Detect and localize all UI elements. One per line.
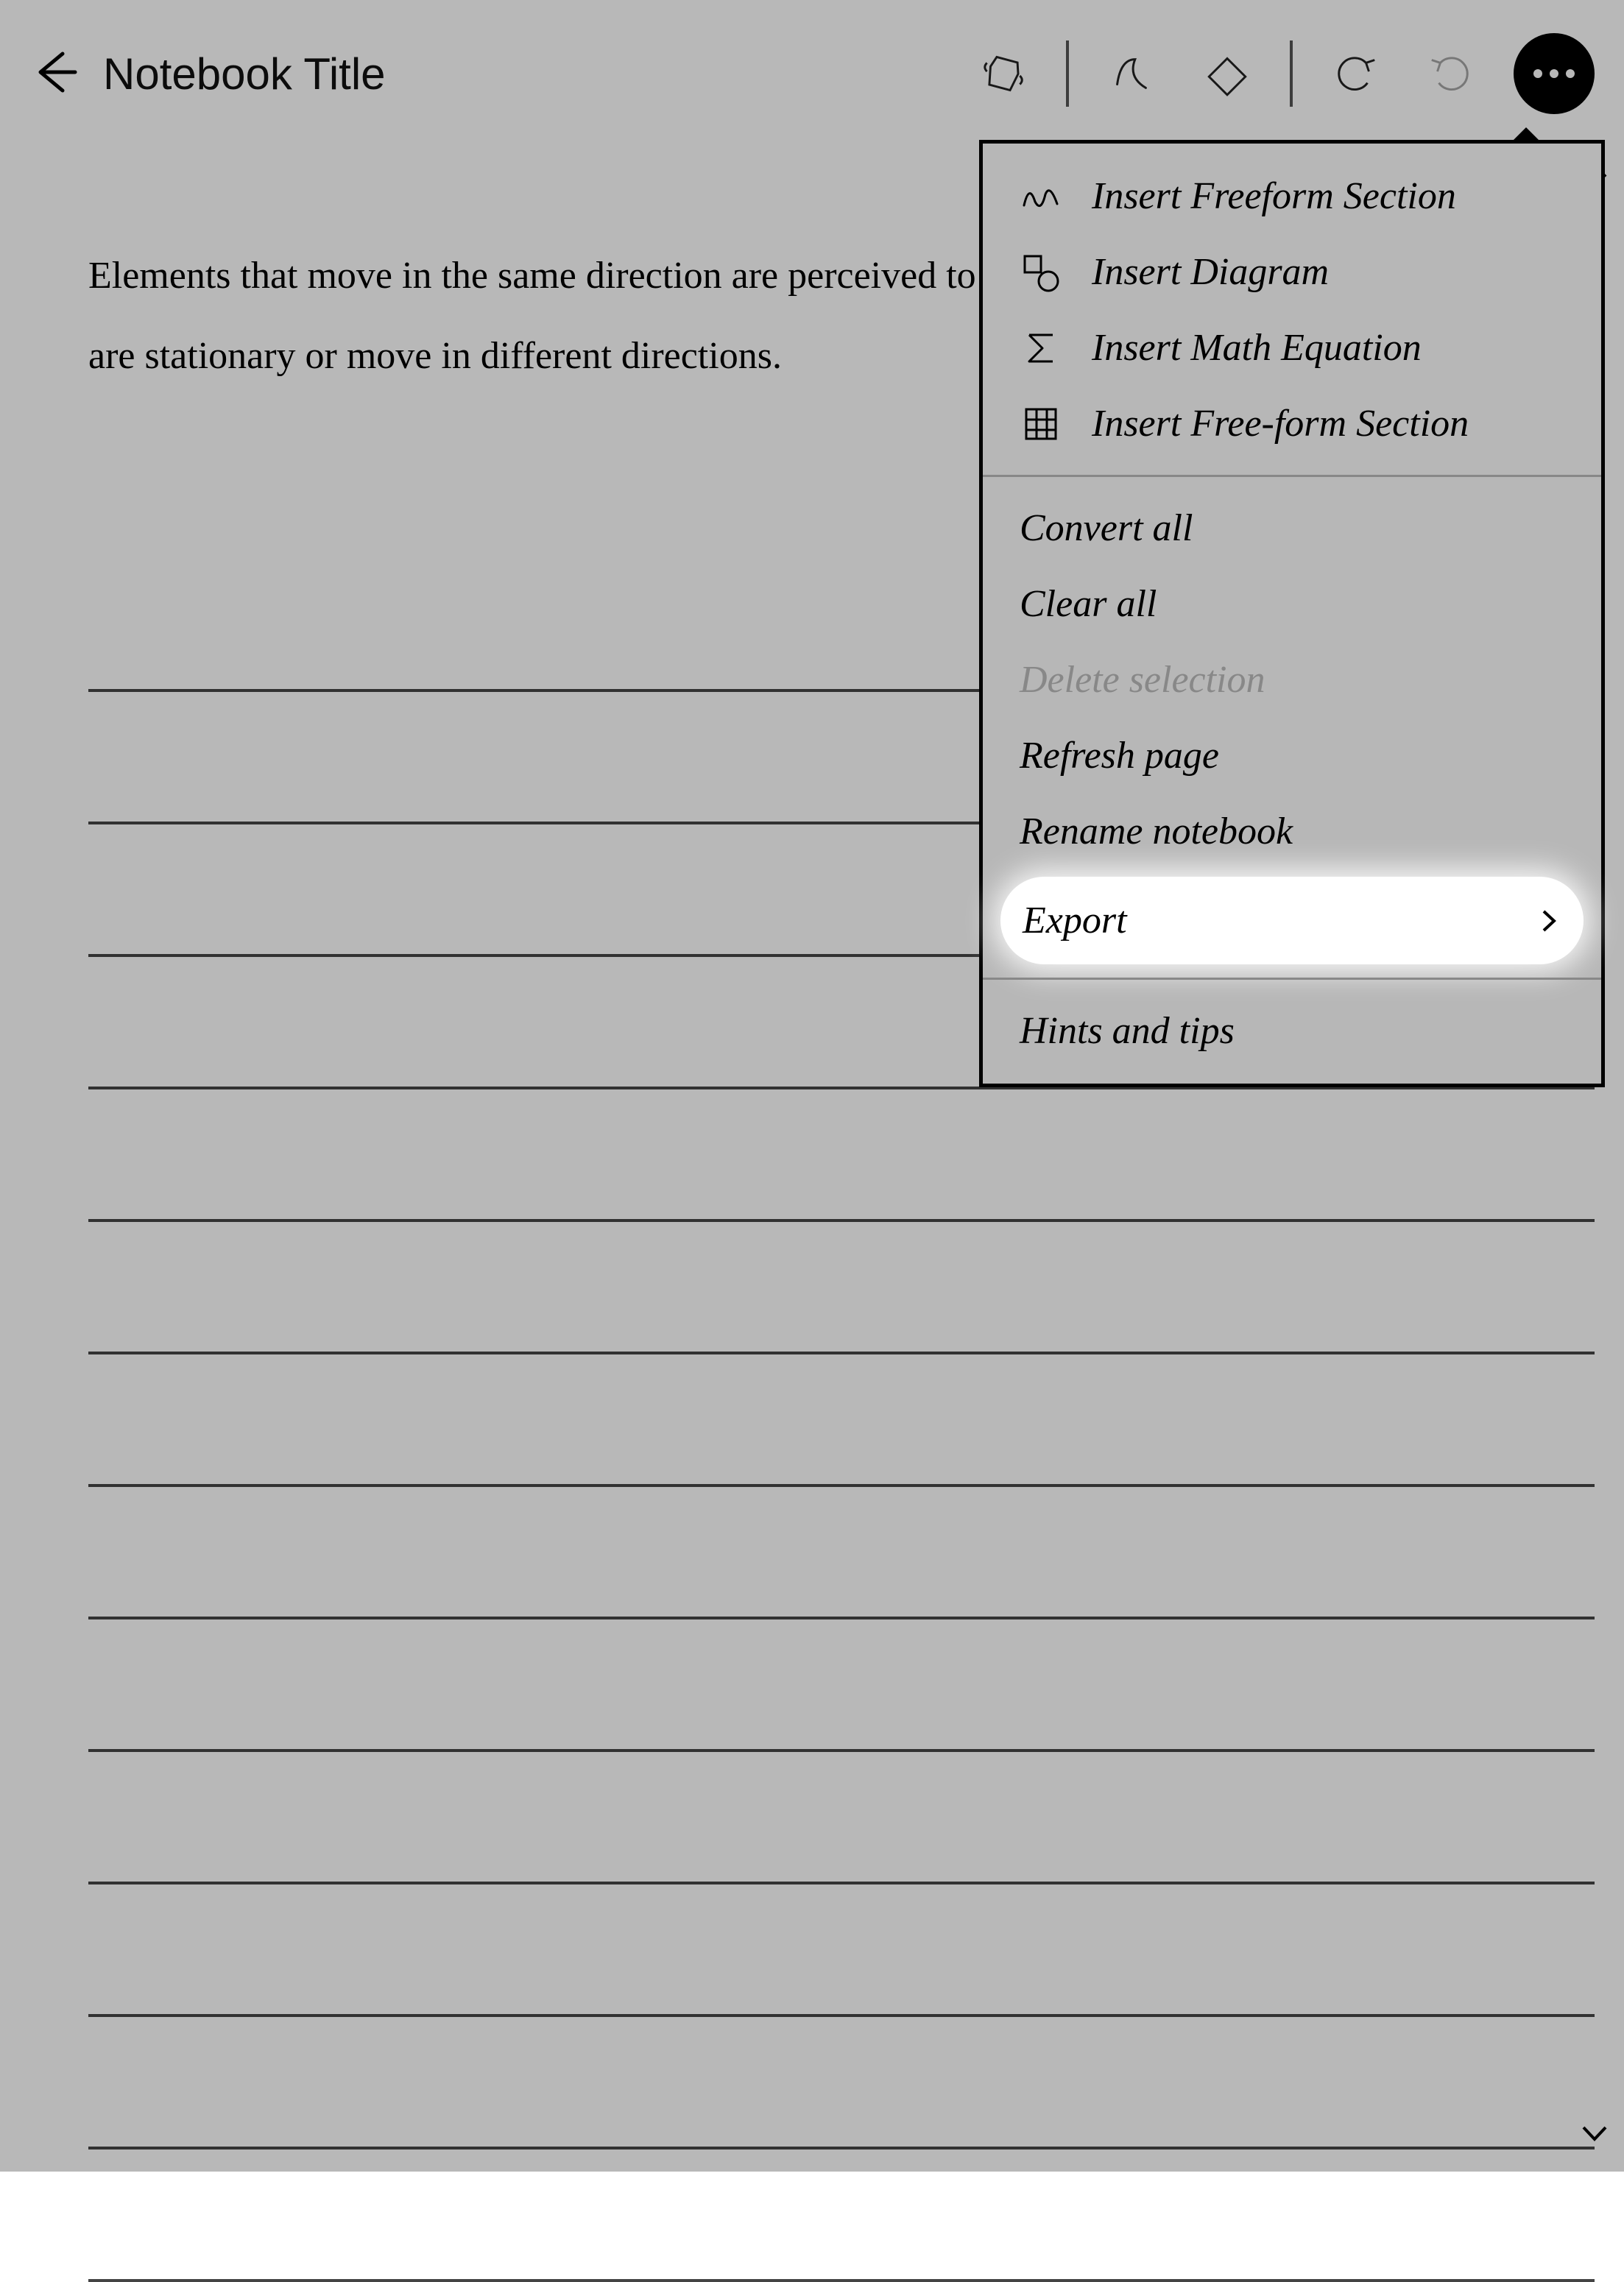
menu-label: Insert Math Equation <box>1092 326 1422 370</box>
pen-icon <box>1106 49 1157 99</box>
menu-label: Rename notebook <box>1020 810 1293 853</box>
dot-icon <box>1566 69 1575 78</box>
menu-delete-selection: Delete selection <box>983 642 1601 718</box>
menu-hints-tips[interactable]: Hints and tips <box>983 993 1601 1069</box>
separator <box>1290 40 1293 107</box>
menu-refresh-page[interactable]: Refresh page <box>983 718 1601 794</box>
back-button[interactable] <box>29 46 81 102</box>
dot-icon <box>1533 69 1542 78</box>
toolbar: Notebook Title <box>0 0 1624 147</box>
toolbar-right <box>970 33 1595 114</box>
more-menu: Insert Freeform Section Insert Diagram I… <box>979 140 1605 1087</box>
shapes-icon <box>1020 252 1062 293</box>
rotate-icon <box>978 49 1028 99</box>
rule-line <box>88 1884 1595 2017</box>
notebook-title[interactable]: Notebook Title <box>103 49 386 99</box>
menu-label: Convert all <box>1020 506 1193 550</box>
menu-insert-math[interactable]: Insert Math Equation <box>983 310 1601 386</box>
pen-tool[interactable] <box>1098 40 1165 107</box>
menu-label: Insert Freeform Section <box>1092 174 1456 218</box>
menu-insert-freeform-2[interactable]: Insert Free-form Section <box>983 386 1601 462</box>
menu-label: Delete selection <box>1020 658 1265 702</box>
menu-label: Refresh page <box>1020 734 1219 777</box>
menu-pointer <box>1510 127 1542 144</box>
redo-button[interactable] <box>1418 40 1484 107</box>
menu-convert-all[interactable]: Convert all <box>983 490 1601 566</box>
eraser-icon <box>1202 49 1252 99</box>
more-button[interactable] <box>1514 33 1595 114</box>
menu-label: Insert Free-form Section <box>1092 402 1469 445</box>
rule-line <box>88 1752 1595 1884</box>
scribble-icon <box>1020 176 1062 217</box>
chevron-down-icon[interactable] <box>1578 2116 1611 2149</box>
menu-label: Export <box>1023 899 1127 942</box>
rule-line <box>88 1089 1595 1222</box>
separator <box>1066 40 1069 107</box>
chevron-right-icon <box>1536 908 1561 933</box>
toolbar-left: Notebook Title <box>29 46 386 102</box>
menu-divider <box>983 475 1601 477</box>
arrow-left-icon <box>29 46 81 98</box>
rule-line <box>88 2017 1595 2149</box>
rotate-tool[interactable] <box>970 40 1037 107</box>
menu-label: Hints and tips <box>1020 1009 1235 1053</box>
menu-insert-diagram[interactable]: Insert Diagram <box>983 234 1601 310</box>
eraser-tool[interactable] <box>1194 40 1260 107</box>
undo-icon <box>1330 49 1380 99</box>
menu-label: Insert Diagram <box>1092 250 1329 294</box>
rule-line <box>88 1222 1595 1354</box>
undo-button[interactable] <box>1322 40 1388 107</box>
menu-divider <box>983 978 1601 980</box>
rule-line <box>88 1619 1595 1752</box>
rule-line <box>88 2149 1595 2282</box>
sigma-icon <box>1020 328 1062 369</box>
menu-clear-all[interactable]: Clear all <box>983 566 1601 642</box>
menu-rename-notebook[interactable]: Rename notebook <box>983 794 1601 869</box>
dot-icon <box>1550 69 1558 78</box>
menu-insert-freeform[interactable]: Insert Freeform Section <box>983 158 1601 234</box>
grid-icon <box>1020 403 1062 445</box>
redo-icon <box>1426 49 1476 99</box>
menu-export[interactable]: Export <box>1000 877 1584 964</box>
menu-label: Clear all <box>1020 582 1157 626</box>
rule-line <box>88 1487 1595 1619</box>
rule-line <box>88 1354 1595 1487</box>
